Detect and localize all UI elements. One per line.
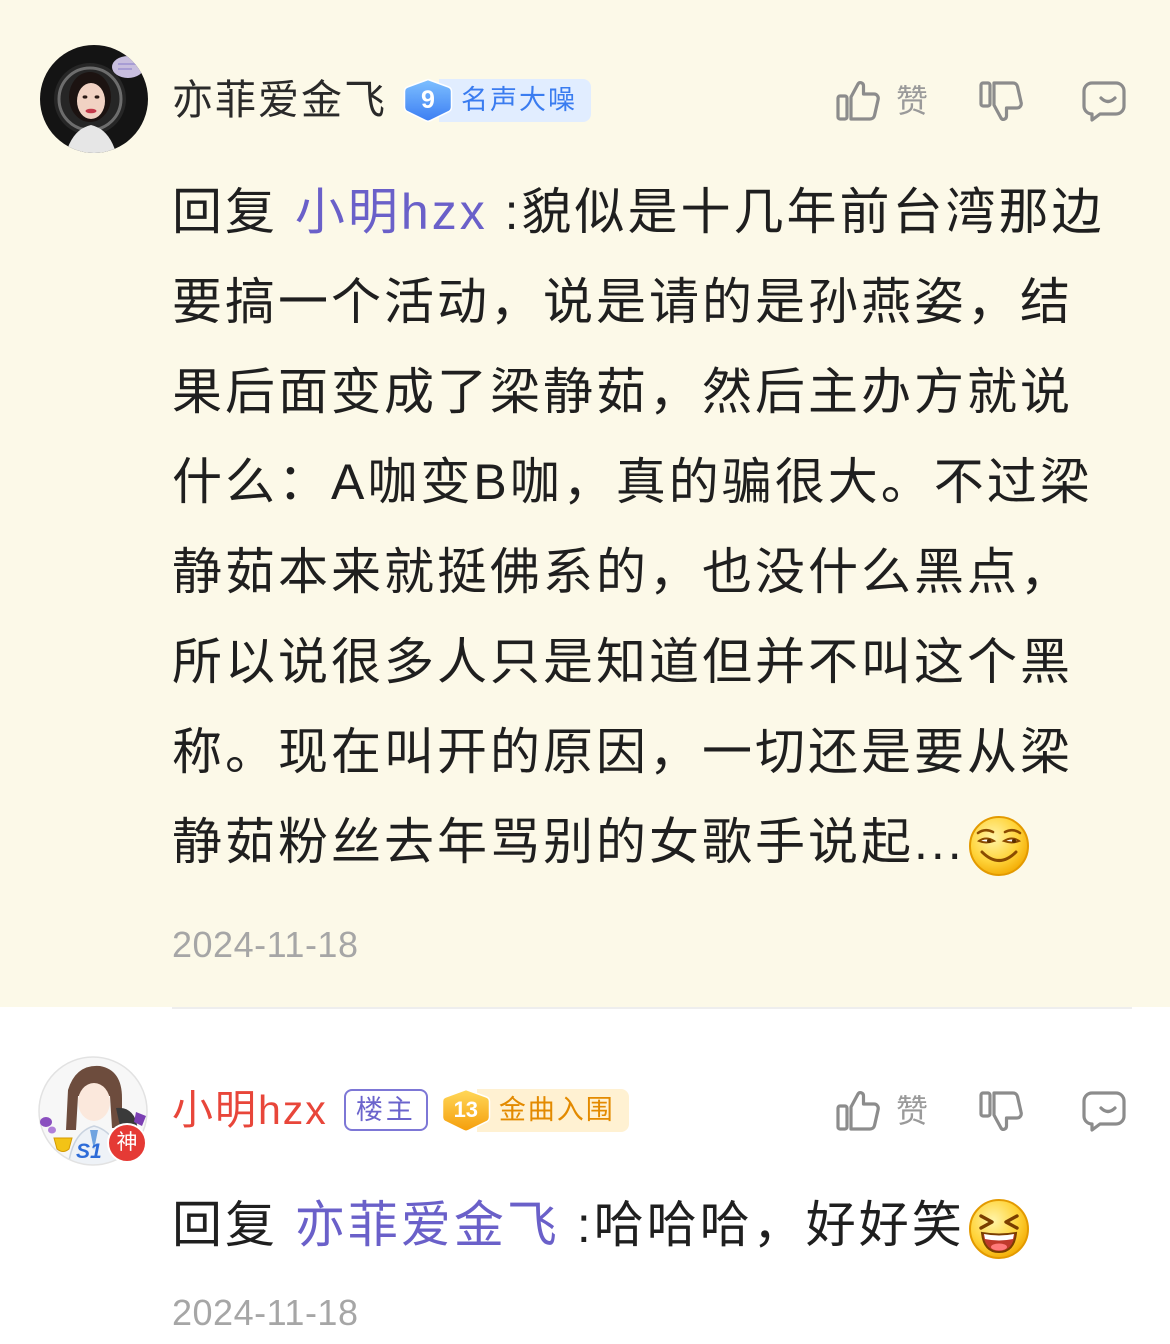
reply-mention-link[interactable]: 亦菲爱金飞 bbox=[295, 1197, 560, 1253]
comment-content: 回复 亦菲爱金飞 :哈哈哈，好好笑 bbox=[172, 1180, 1114, 1270]
comment-header: 小明hzx 楼主 13 金曲入围 bbox=[172, 1088, 629, 1132]
level-badge: 9 名声大噪 bbox=[403, 78, 591, 122]
level-title: 名声大噪 bbox=[439, 78, 591, 122]
avatar-god-badge: 神 bbox=[107, 1123, 147, 1163]
comment-bubble-icon[interactable] bbox=[1081, 78, 1127, 124]
comment-date: 2024-11-18 bbox=[172, 924, 359, 965]
op-badge: 楼主 bbox=[343, 1089, 428, 1131]
level-gem-icon: 13 bbox=[441, 1088, 491, 1132]
comment-content: 回复 小明hzx :貌似是十几年前台湾那边要搞一个活动，说是请的是孙燕姿，结果后… bbox=[172, 167, 1114, 887]
username[interactable]: 小明hzx bbox=[172, 1088, 328, 1132]
user-avatar[interactable]: S1 神 bbox=[38, 1056, 148, 1166]
comment-date: 2024-11-18 bbox=[172, 1292, 359, 1333]
level-title: 金曲入围 bbox=[476, 1088, 629, 1132]
avatar-frame-text: S1 bbox=[76, 1140, 102, 1163]
user-avatar[interactable] bbox=[40, 45, 148, 153]
comment-item: 亦菲爱金飞 9 名声大噪 赞 回复 小明hzx:貌似是十几年前台湾那边要搞一个… bbox=[0, 0, 1170, 1007]
thumbs-down-icon[interactable] bbox=[978, 1088, 1024, 1134]
comment-bubble-icon[interactable] bbox=[1081, 1088, 1127, 1134]
reply-prefix: 回复 bbox=[172, 184, 278, 240]
comment-text: :哈哈哈，好好笑 bbox=[576, 1197, 965, 1253]
like-label[interactable]: 赞 bbox=[896, 1088, 928, 1134]
comment-text: :貌似是十几年前台湾那边要搞一个活动，说是请的是孙燕姿，结果后面变成了梁静茹，然… bbox=[172, 184, 1105, 870]
reply-prefix: 回复 bbox=[172, 1197, 278, 1253]
reply-mention-link[interactable]: 小明hzx bbox=[295, 184, 488, 240]
comment-item: S1 神 小明hzx 楼主 13 金曲入围 赞 回复 亦菲爱金飞:哈哈哈，好好… bbox=[0, 1009, 1170, 1344]
level-gem-icon: 9 bbox=[403, 78, 453, 122]
thumbs-down-icon[interactable] bbox=[978, 78, 1024, 124]
level-badge: 13 金曲入围 bbox=[441, 1088, 629, 1132]
laughing-emoji bbox=[967, 1197, 1031, 1261]
comment-header: 亦菲爱金飞 9 名声大噪 bbox=[172, 78, 591, 122]
like-label[interactable]: 赞 bbox=[896, 78, 928, 124]
squint-smile-emoji bbox=[967, 814, 1031, 878]
username[interactable]: 亦菲爱金飞 bbox=[172, 78, 387, 122]
thumbs-up-icon[interactable] bbox=[835, 1088, 881, 1134]
level-number: 9 bbox=[421, 86, 435, 114]
level-number: 13 bbox=[453, 1097, 479, 1122]
thumbs-up-icon[interactable] bbox=[835, 78, 881, 124]
